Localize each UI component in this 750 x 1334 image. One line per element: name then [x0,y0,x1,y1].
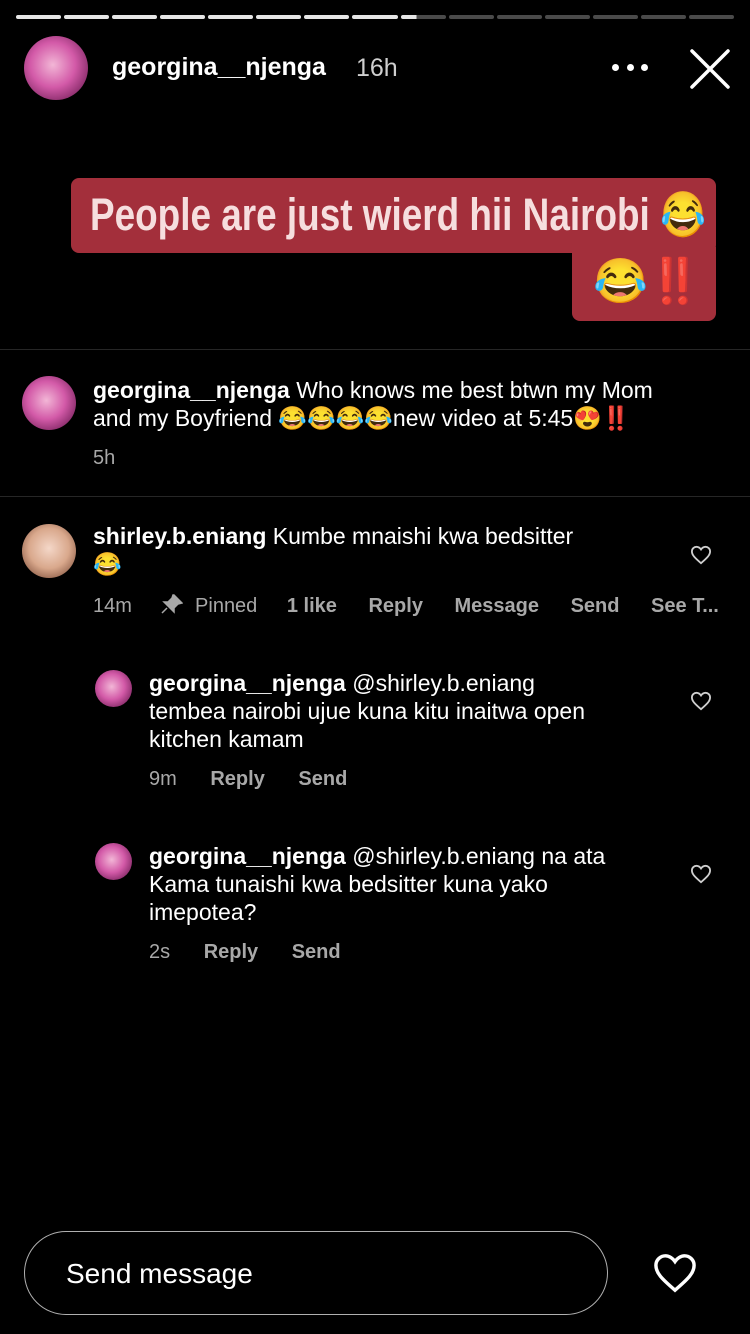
reply-button[interactable]: Reply [368,595,422,617]
see-translation-button[interactable]: See T... [651,595,719,617]
heart-icon[interactable] [690,691,712,711]
reply-button[interactable]: Reply [204,941,258,963]
reply-time: 2s [149,941,171,963]
story-progress-bar [16,15,734,19]
progress-segment [592,15,638,19]
heart-icon[interactable] [690,864,712,884]
reply-button[interactable]: Reply [210,768,264,790]
comment-time: 14m [93,595,132,617]
reply-time: 9m [149,768,177,790]
more-icon[interactable] [612,52,648,82]
pinned-label: Pinned [195,595,258,617]
progress-segment [304,15,350,19]
story-username[interactable]: georgina__njenga [112,53,326,82]
message-button[interactable]: Message [455,595,540,617]
caption-username[interactable]: georgina__njenga [93,377,290,403]
divider [0,349,750,350]
progress-segment [256,15,302,19]
send-button[interactable]: Send [298,768,347,790]
progress-segment [448,15,494,19]
progress-segment [112,15,158,19]
progress-segment [352,15,398,19]
story-sticker-text: People are just wierd hii Nairobi 😂 [90,189,706,240]
pin-icon [161,594,184,614]
progress-segment [64,15,110,19]
caption-time: 5h [93,447,116,469]
progress-segment [208,15,254,19]
reply-text: georgina__njenga @shirley.b.eniang na at… [149,843,606,925]
progress-segment [640,15,686,19]
progress-segment [688,15,734,19]
story-sticker-text-line2: 😂‼️ [593,257,703,306]
send-message-placeholder: Send message [66,1258,253,1289]
comment-text: shirley.b.eniang Kumbe mnaishi kwa bedsi… [93,523,574,577]
likes-count[interactable]: 1 like [287,595,337,617]
comment-actions: 14m Pinned 1 like Reply Message Send See… [93,594,719,618]
caption-text: georgina__njenga Who knows me best btwn … [93,377,653,431]
avatar[interactable] [22,524,76,578]
reply-username[interactable]: georgina__njenga [149,670,346,696]
progress-segment [496,15,542,19]
progress-segment [160,15,206,19]
progress-segment [400,15,446,19]
send-button[interactable]: Send [571,595,620,617]
heart-icon[interactable] [652,1252,698,1294]
comment-username[interactable]: shirley.b.eniang [93,523,266,549]
reply-text: georgina__njenga @shirley.b.eniang tembe… [149,670,586,752]
reply-actions: 9m Reply Send [149,768,347,791]
heart-icon[interactable] [690,545,712,565]
progress-segment [16,15,62,19]
send-button[interactable]: Send [292,941,341,963]
story-time: 16h [356,54,398,82]
avatar[interactable] [22,376,76,430]
reply-username[interactable]: georgina__njenga [149,843,346,869]
progress-segment [544,15,590,19]
close-icon[interactable] [688,47,732,91]
reply-actions: 2s Reply Send [149,941,341,964]
avatar[interactable] [95,670,132,707]
divider [0,496,750,497]
avatar[interactable] [24,36,88,100]
avatar[interactable] [95,843,132,880]
